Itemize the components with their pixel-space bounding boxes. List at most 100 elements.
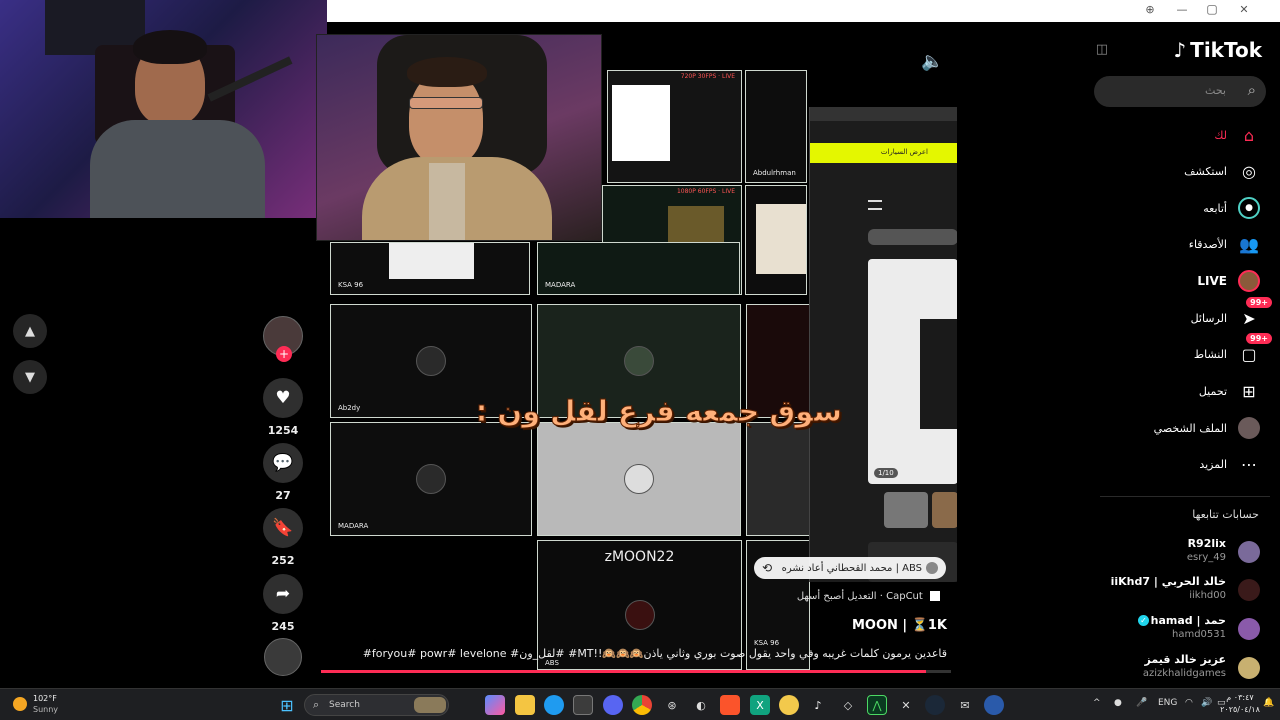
live-icon: [1238, 270, 1260, 292]
nav-item-live[interactable]: LIVE: [1090, 268, 1280, 294]
hamburger-icon: [868, 200, 882, 210]
video-tile: MADARA: [330, 422, 532, 536]
tile-label: Ab2dy: [338, 404, 361, 412]
app-icon[interactable]: ◇: [838, 695, 858, 715]
following-account[interactable]: حمد | hamad ✓ hamd0531: [1090, 614, 1280, 648]
brave-icon[interactable]: [720, 695, 740, 715]
app-icon[interactable]: ⊛: [662, 695, 682, 715]
edge-icon[interactable]: [544, 695, 564, 715]
sound-avatar-button[interactable]: [263, 638, 303, 676]
site-banner: اعرض السيارات: [810, 143, 957, 163]
language-indicator[interactable]: ENG: [1158, 698, 1177, 708]
nav-item-for-you[interactable]: ⌂ لك: [1090, 122, 1280, 148]
steam-icon[interactable]: [925, 695, 945, 715]
search-icon: ⌕: [313, 698, 320, 711]
share-icon: ➦: [263, 574, 303, 614]
nav-item-upload[interactable]: ⊞ تحميل: [1090, 378, 1280, 404]
video-progress-bar[interactable]: [321, 670, 951, 673]
nav-label: أتابعه: [1203, 201, 1227, 215]
home-icon: ⌂: [1243, 125, 1255, 145]
clock-date[interactable]: ٢٠٢٥/٠٤/١٨: [1220, 705, 1260, 714]
tray-chevron-icon[interactable]: ^: [1093, 698, 1101, 708]
chevron-up-icon: ▲: [25, 323, 35, 339]
repost-chip[interactable]: ABS | محمد القحطاني أعاد نشره ⟲: [754, 557, 946, 579]
tiktok-icon[interactable]: ♪: [808, 695, 828, 715]
car-door: [920, 319, 957, 429]
zoom-icon[interactable]: ⊕: [1142, 3, 1158, 16]
app-icon[interactable]: ✉: [955, 695, 975, 715]
caption-text: قاعدين يرمون كلمات غريبه وفي واحد يقول ص…: [362, 647, 947, 660]
clock-time[interactable]: ٠٣:٤٧ م: [1225, 693, 1255, 702]
streamer-shirt: [90, 120, 265, 218]
app-icon[interactable]: ✕: [896, 695, 916, 715]
stream-tag: 1080P 60FPS · LIVE: [676, 188, 735, 195]
nav-item-following[interactable]: ● أتابعه: [1090, 195, 1280, 221]
copilot-icon[interactable]: [485, 695, 505, 715]
following-account[interactable]: عزيز خالد قيمز azizkhalidgames: [1090, 653, 1280, 687]
minimize-icon[interactable]: —: [1174, 3, 1190, 16]
video-tile: Abdulrhman: [745, 70, 807, 183]
chrome-icon[interactable]: [632, 695, 652, 715]
notifications-icon[interactable]: 🔔: [1263, 698, 1274, 708]
volume-icon[interactable]: 🔈: [921, 51, 943, 72]
app-icon[interactable]: [779, 695, 799, 715]
capcut-line[interactable]: CapCut · التعديل أصبح أسهل: [797, 591, 940, 602]
weather-temp: 102°F: [33, 694, 57, 703]
stream-tag: 720P 30FPS · LIVE: [680, 73, 735, 80]
author-avatar-button[interactable]: +: [263, 316, 303, 362]
collapse-sidebar-icon[interactable]: ◫: [1096, 42, 1108, 57]
tile-label: MADARA: [338, 522, 369, 530]
divider: [1100, 496, 1270, 497]
nav-item-profile[interactable]: الملف الشخصي: [1090, 415, 1280, 441]
nav-item-messages[interactable]: ➤ 99+ الرسائل: [1090, 297, 1280, 331]
app-icon[interactable]: ◐: [691, 695, 711, 715]
volume-icon[interactable]: 🔊: [1201, 698, 1212, 708]
tiktok-logo[interactable]: ♪ TikTok: [1173, 38, 1262, 62]
tray-app-icon[interactable]: ●: [1114, 698, 1122, 708]
app-icon[interactable]: [984, 695, 1004, 715]
previous-video-button[interactable]: ▲: [13, 314, 47, 348]
wifi-icon[interactable]: ◠: [1185, 698, 1193, 708]
excel-icon[interactable]: X: [750, 695, 770, 715]
nav-item-friends[interactable]: 👥 الأصدقاء: [1090, 231, 1280, 257]
store-icon[interactable]: [573, 695, 593, 715]
file-explorer-icon[interactable]: [515, 695, 535, 715]
search-icon[interactable]: ⌕: [1248, 81, 1256, 99]
nav-label: لك: [1214, 128, 1227, 142]
repost-icon: ⟲: [762, 561, 773, 575]
streamer-hair: [133, 30, 207, 64]
activity-badge: 99+: [1246, 333, 1272, 344]
weather-sun-icon[interactable]: [13, 697, 27, 711]
app-active-icon[interactable]: ⋀: [867, 695, 887, 715]
like-button[interactable]: ♥ 1254: [263, 378, 303, 437]
following-account[interactable]: خالد الحربي | iiKhd7 iikhd00: [1090, 575, 1280, 609]
account-username: azizkhalidgames: [1142, 668, 1226, 679]
account-name: خالد الحربي | iiKhd7: [1110, 575, 1226, 588]
nav-item-explore[interactable]: ◎ استكشف: [1090, 158, 1280, 184]
avatar: [1238, 579, 1260, 601]
follow-plus-icon[interactable]: +: [276, 346, 292, 362]
comment-icon: 💬: [263, 443, 303, 483]
nav-item-activity[interactable]: ▢ 99+ النشاط: [1090, 333, 1280, 367]
repost-text: ABS | محمد القحطاني أعاد نشره: [781, 562, 922, 574]
following-account[interactable]: R92lix esry_49: [1090, 537, 1280, 571]
streamer-hair: [407, 57, 487, 87]
capcut-text: CapCut · التعديل أصبح أسهل: [796, 591, 923, 602]
nav-label: المزيد: [1199, 457, 1227, 471]
taskbar-search[interactable]: ⌕ Search: [304, 694, 449, 716]
next-video-button[interactable]: ▼: [13, 360, 47, 394]
restore-icon[interactable]: ▢: [1204, 2, 1220, 16]
close-icon[interactable]: ✕: [1236, 3, 1252, 16]
nav-item-more[interactable]: ⋯ المزيد: [1090, 451, 1280, 477]
mic-icon[interactable]: 🎤: [1136, 698, 1147, 708]
share-count: 245: [271, 620, 295, 633]
save-button[interactable]: 🔖 252: [263, 508, 303, 567]
author-name[interactable]: MOON | ⏳1K: [852, 618, 947, 633]
start-windows-icon[interactable]: ⊞: [277, 695, 297, 715]
comment-button[interactable]: 💬 27: [263, 443, 303, 502]
share-button[interactable]: ➦ 245: [263, 574, 303, 633]
discord-icon[interactable]: [603, 695, 623, 715]
avatar: [1238, 618, 1260, 640]
chevron-down-icon: ▼: [25, 369, 35, 385]
search-input[interactable]: بحث ⌕: [1094, 76, 1266, 107]
